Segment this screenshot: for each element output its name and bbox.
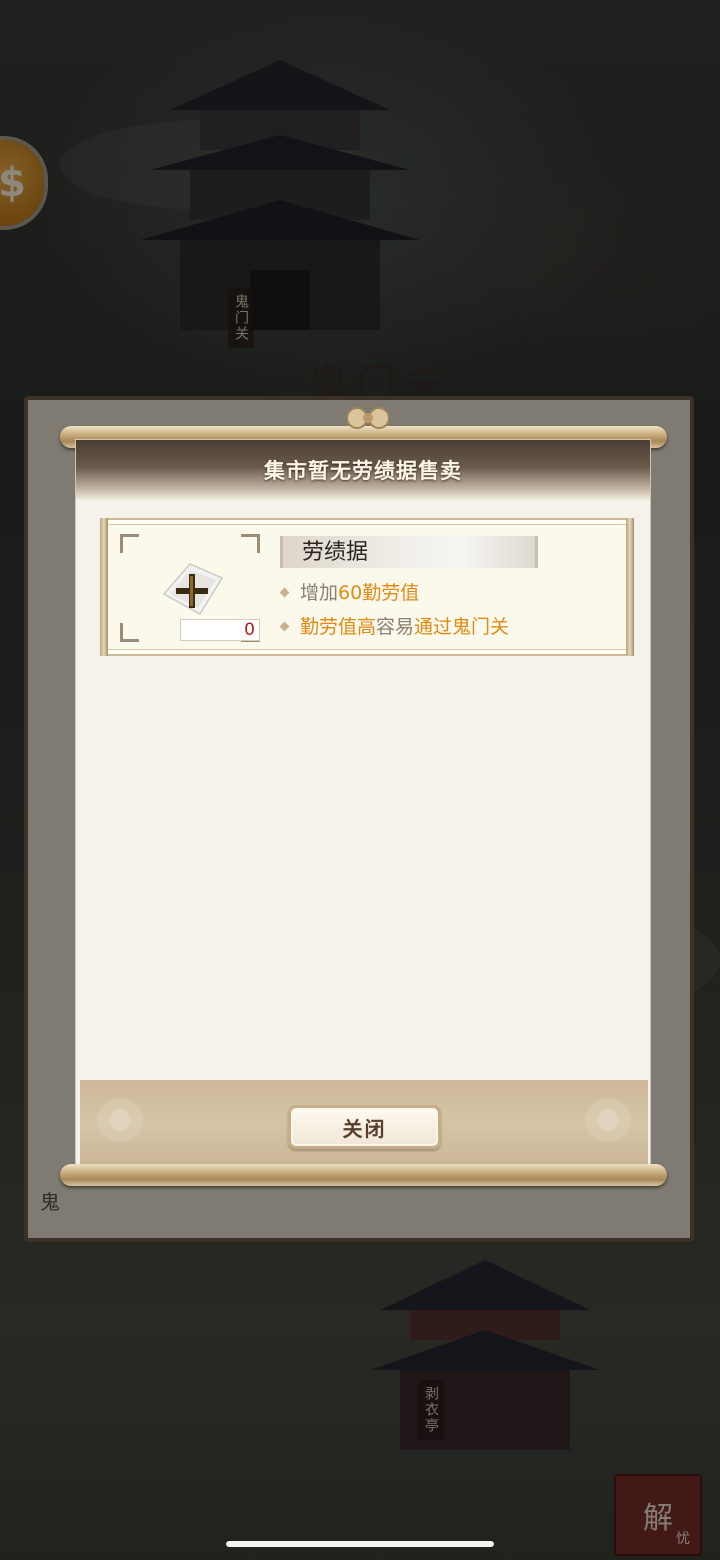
bow-knot-icon — [347, 407, 389, 429]
desc-2-middle: 容易 — [376, 616, 415, 638]
scroll-rod-bottom — [60, 1164, 667, 1186]
desc-1-prefix: 增加 — [300, 582, 339, 604]
card-side-bar — [100, 518, 108, 656]
dialog-header: 集市暂无劳绩据售卖 — [76, 440, 650, 500]
desc-1-highlight: 60勤劳值 — [338, 582, 420, 604]
card-side-bar — [626, 518, 634, 656]
item-description-1: 增加60勤劳值 — [278, 580, 419, 606]
item-name: 劳绩据 — [302, 540, 369, 565]
desc-2-highlight-2: 通过鬼门关 — [414, 616, 510, 638]
item-count: 0 — [180, 619, 260, 641]
item-description-2: 勤劳值高容易通过鬼门关 — [278, 614, 509, 640]
bullet-diamond-icon — [279, 587, 290, 597]
scroll-cross-icon[interactable] — [160, 560, 226, 618]
frame-corner — [120, 623, 139, 642]
home-indicator[interactable] — [226, 1541, 494, 1547]
bullet-diamond-icon — [279, 621, 290, 631]
desc-2-highlight-1: 勤劳值高 — [300, 616, 377, 638]
dialog-title: 集市暂无劳绩据售卖 — [264, 459, 462, 483]
close-button[interactable]: 关闭 — [288, 1105, 441, 1149]
frame-corner — [120, 534, 139, 553]
frame-corner — [241, 534, 260, 553]
